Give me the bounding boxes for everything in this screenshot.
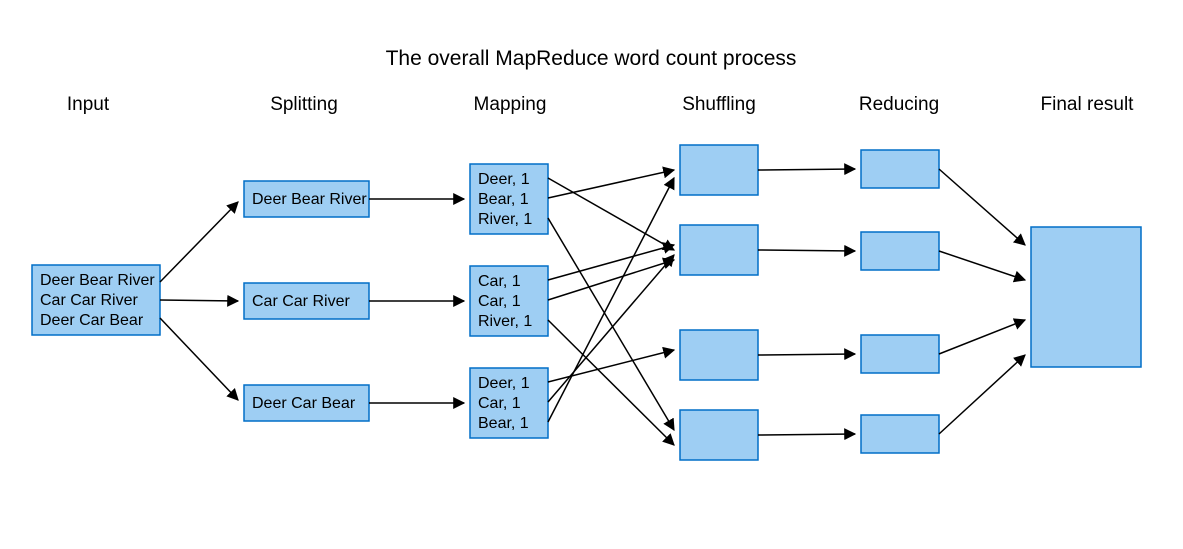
map-2-2: Bear, 1: [478, 415, 529, 432]
map-1-0: Car, 1: [478, 273, 521, 290]
input-line-0: Deer Bear River: [40, 272, 155, 289]
map-2-1: Car, 1: [478, 395, 521, 412]
shuffle-box-2: [680, 330, 758, 380]
col-map: Mapping: [474, 94, 547, 115]
result-box: [1031, 227, 1141, 367]
map-2-0: Deer, 1: [478, 375, 530, 392]
map-1-1: Car, 1: [478, 293, 521, 310]
mapreduce-diagram: The overall MapReduce word count process…: [0, 0, 1183, 549]
map-0-0: Deer, 1: [478, 171, 530, 188]
map-1-2: River, 1: [478, 313, 532, 330]
col-result: Final result: [1041, 94, 1135, 115]
shuffle-box-1: [680, 225, 758, 275]
split-text-0: Deer Bear River: [252, 191, 367, 208]
reduce-box-0: [861, 150, 939, 188]
reduce-box-1: [861, 232, 939, 270]
shuffle-box-0: [680, 145, 758, 195]
split-text-2: Deer Car Bear: [252, 395, 356, 412]
split-text-1: Car Car River: [252, 293, 350, 310]
diagram-title: The overall MapReduce word count process: [386, 47, 797, 70]
map-0-1: Bear, 1: [478, 191, 529, 208]
reduce-box-3: [861, 415, 939, 453]
input-line-1: Car Car River: [40, 292, 138, 309]
col-shuffle: Shuffling: [682, 94, 756, 115]
col-split: Splitting: [270, 94, 338, 115]
col-reduce: Reducing: [859, 94, 939, 115]
map-0-2: River, 1: [478, 211, 532, 228]
reduce-box-2: [861, 335, 939, 373]
col-input: Input: [67, 94, 110, 115]
input-line-2: Deer Car Bear: [40, 312, 144, 329]
shuffle-box-3: [680, 410, 758, 460]
